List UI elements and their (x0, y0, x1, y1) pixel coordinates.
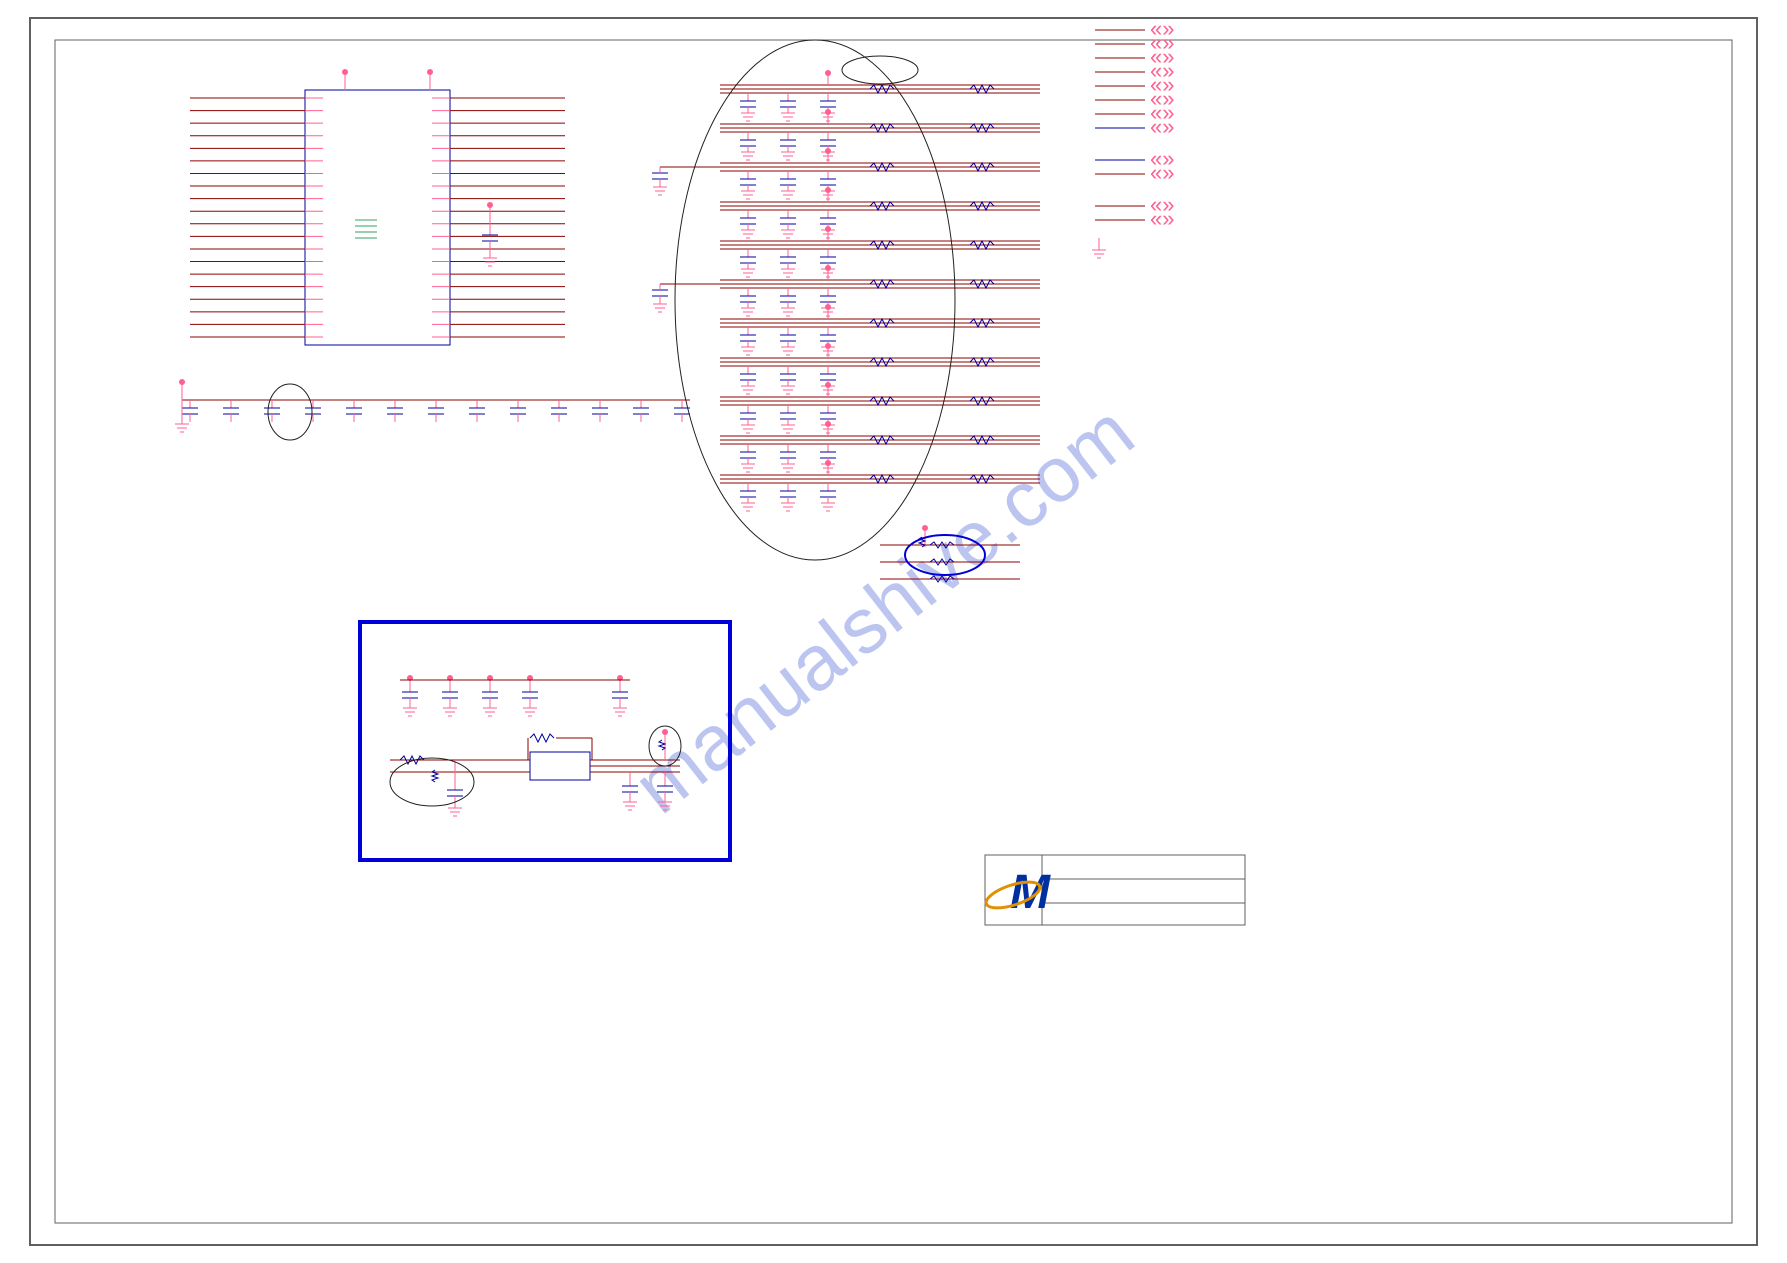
ic-block (190, 69, 565, 345)
decouple-row (175, 379, 690, 432)
watermark: manualshive.com (617, 387, 1149, 830)
schematic-sheet: manualshive.com «»«»«»«»«»«»«»«»«»«»«»«» (0, 0, 1787, 1263)
title-block: M (983, 855, 1245, 925)
port-label: «» (1150, 114, 1174, 139)
annot-circle-cap[interactable] (268, 384, 312, 440)
port-label: «» (1150, 206, 1174, 231)
logo: M (983, 866, 1051, 919)
svg-text:M: M (1010, 866, 1051, 919)
annot-ellipse-sub-left[interactable] (390, 758, 474, 806)
rc-ladder (652, 70, 1040, 511)
port-labels: «»«»«»«»«»«»«»«»«»«»«»«» (1092, 16, 1174, 258)
port-label: «» (1150, 160, 1174, 185)
annot-ellipse-big[interactable] (675, 40, 955, 560)
